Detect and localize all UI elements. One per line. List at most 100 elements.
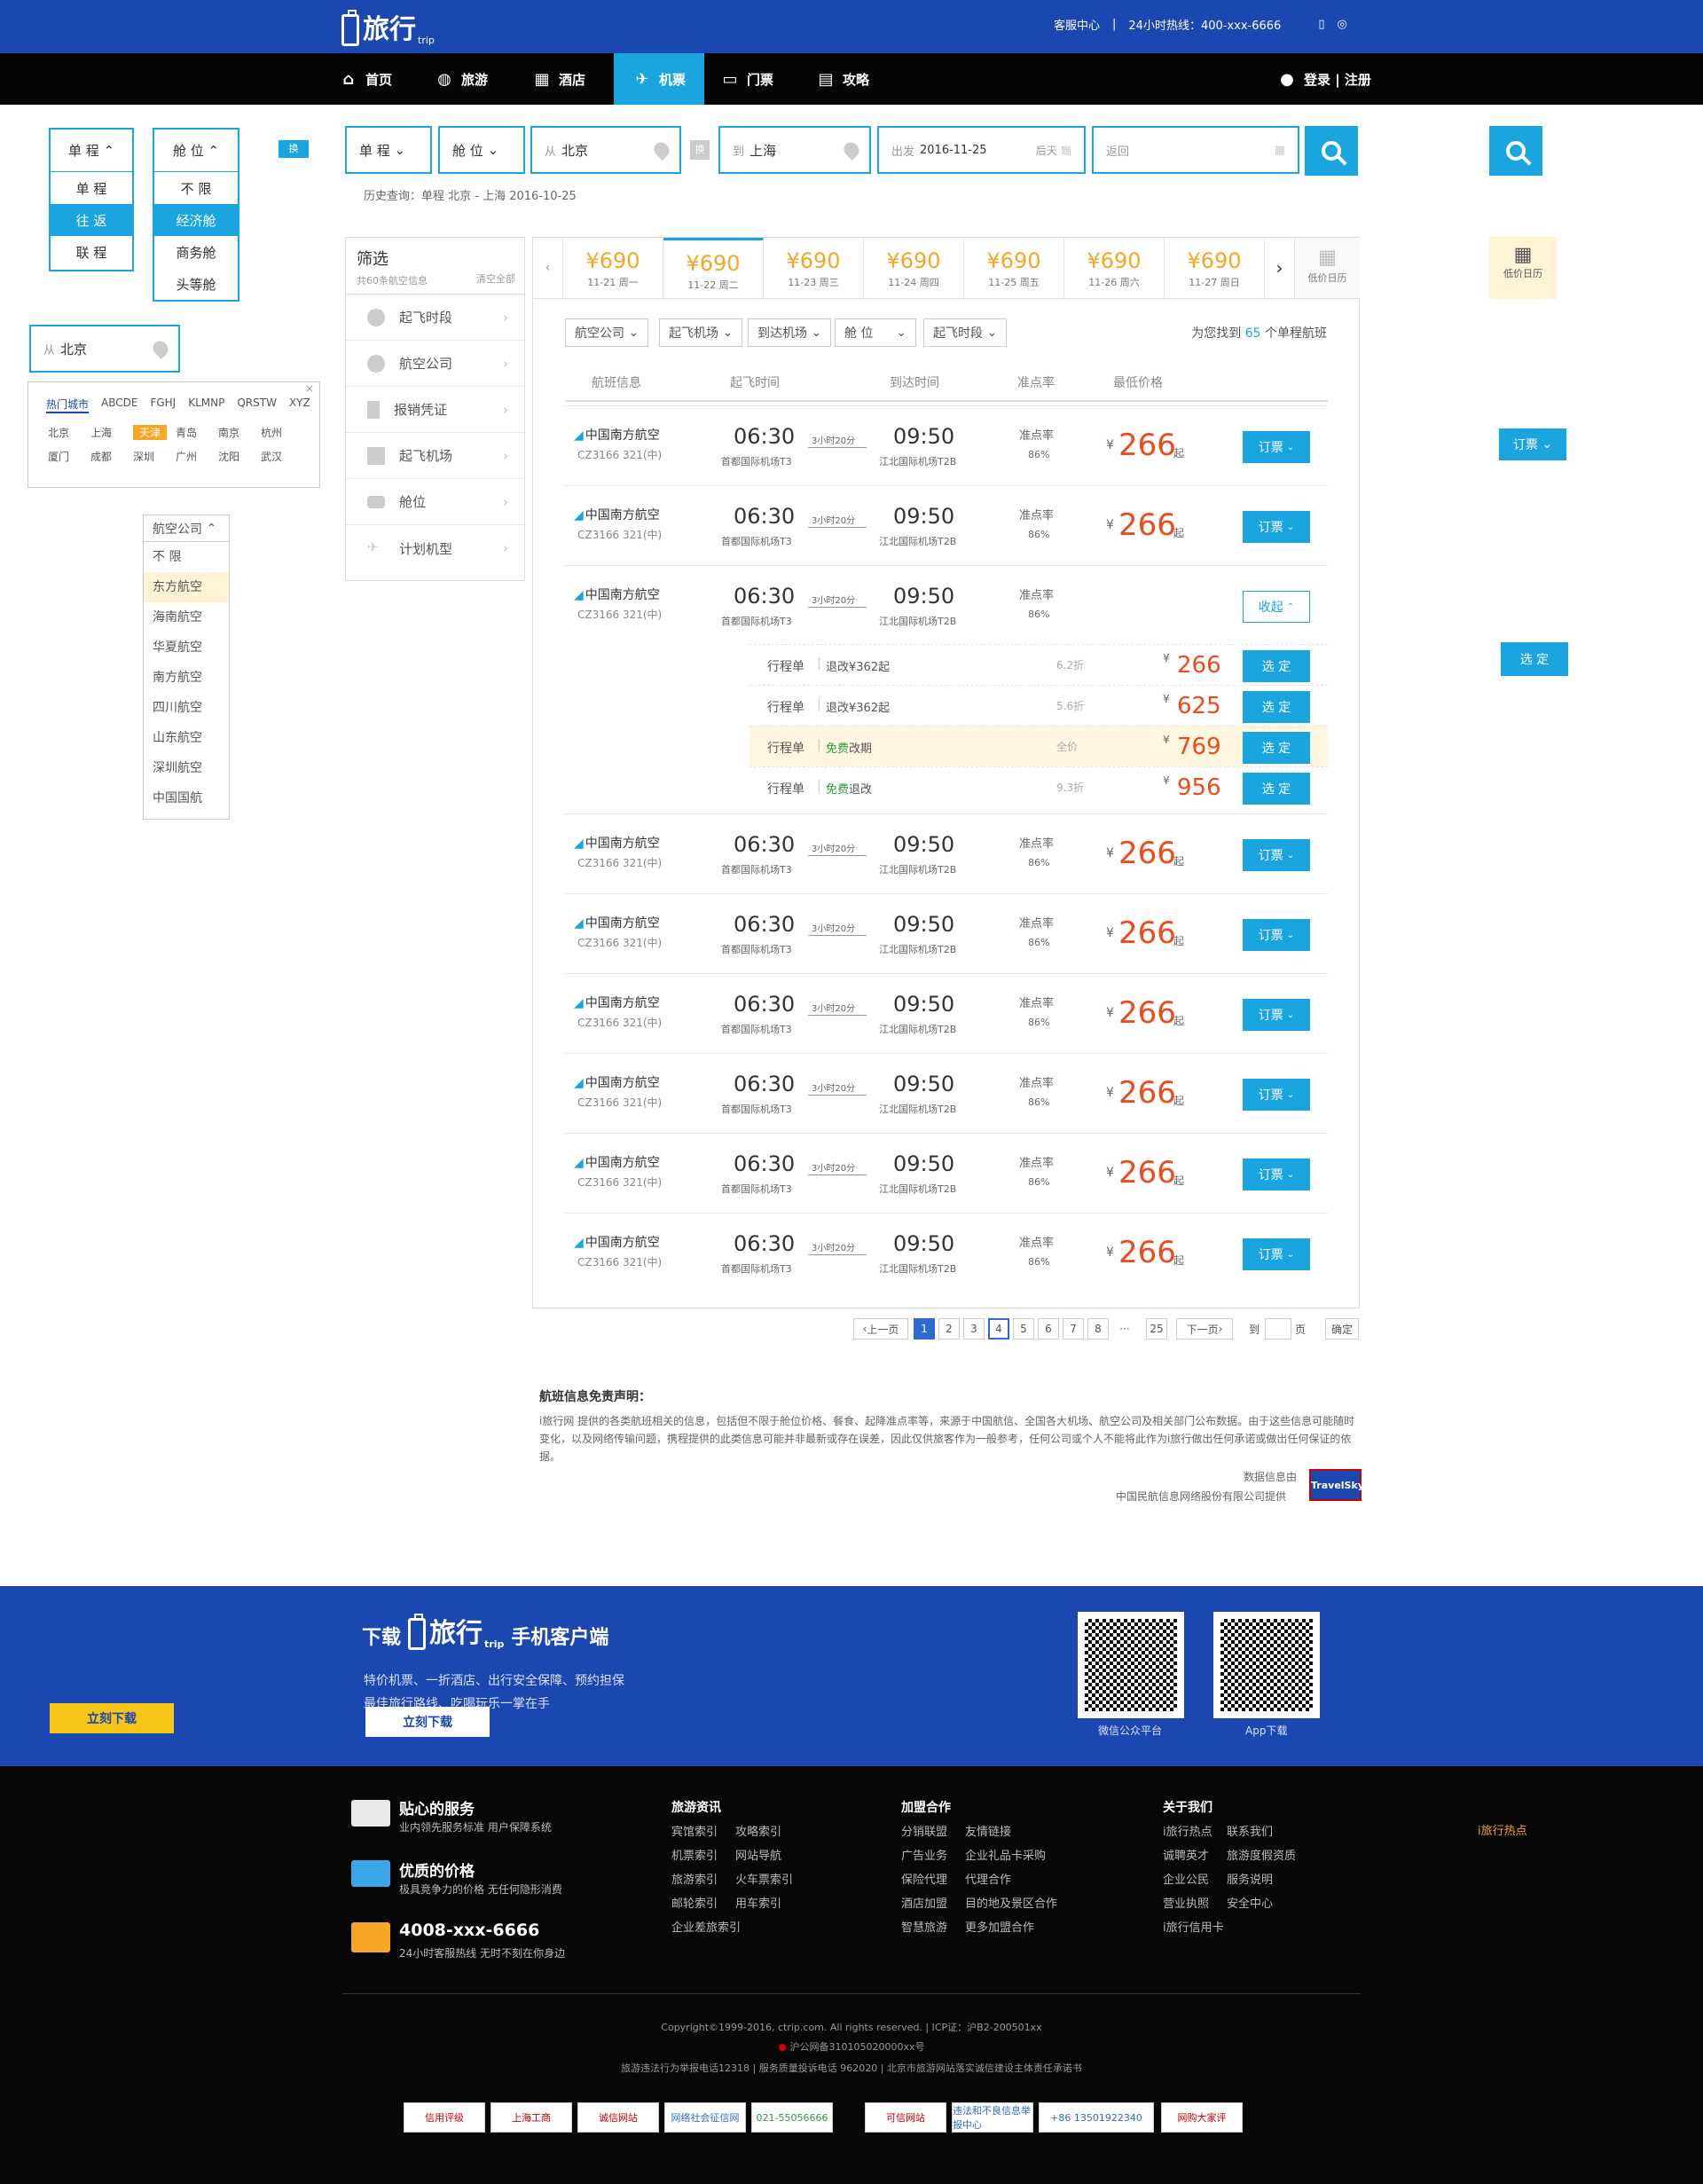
city-item[interactable]: 厦门: [48, 449, 90, 464]
tab-klmnp[interactable]: KLMNP: [188, 397, 224, 413]
close-icon[interactable]: ×: [305, 382, 314, 395]
city-item[interactable]: 深圳: [133, 449, 176, 464]
date-cell[interactable]: ¥690 11-25 周五: [964, 238, 1064, 298]
footer-link[interactable]: 服务说明: [1227, 1868, 1307, 1892]
airline-dropdown-head[interactable]: 航空公司 ⌃: [144, 515, 229, 542]
book-button[interactable]: 订票 ⌄: [1243, 1079, 1310, 1111]
airline-option[interactable]: 海南航空: [144, 602, 229, 632]
footer-link[interactable]: 联系我们: [1227, 1820, 1307, 1844]
nav-flight[interactable]: ✈ 机票: [614, 53, 704, 105]
city-item[interactable]: 南京: [218, 425, 261, 440]
airline-option[interactable]: 山东航空: [144, 723, 229, 753]
page-25[interactable]: 25: [1146, 1318, 1167, 1339]
airline-option[interactable]: 南方航空: [144, 663, 229, 693]
footer-link[interactable]: i旅行热点: [1163, 1820, 1227, 1844]
tab-hot[interactable]: 热门城市: [46, 397, 90, 413]
filter-airline[interactable]: 航空公司 ›: [346, 341, 524, 387]
page-3[interactable]: 3: [963, 1318, 985, 1339]
to-city-input[interactable]: 到上海: [718, 126, 871, 174]
select-button[interactable]: 选 定: [1243, 773, 1310, 805]
trust-badge[interactable]: 网络社会征信网: [664, 2102, 746, 2133]
cabin-option[interactable]: 商务舱: [154, 236, 238, 268]
cabin-option-selected[interactable]: 经济舱: [154, 204, 238, 236]
page-1[interactable]: 1: [914, 1318, 935, 1339]
date-cell[interactable]: ¥690 11-21 周一: [563, 238, 663, 298]
city-item[interactable]: 广州: [176, 449, 218, 464]
page-8[interactable]: 8: [1087, 1318, 1109, 1339]
trust-badge[interactable]: +86 13501922340: [1039, 2102, 1154, 2133]
city-item[interactable]: 上海: [90, 425, 133, 440]
wechat-icon[interactable]: ◎: [1337, 18, 1346, 31]
page-7[interactable]: 7: [1063, 1318, 1084, 1339]
footer-link[interactable]: 火车票索引: [735, 1868, 799, 1892]
low-price-calendar[interactable]: ▦ 低价日历: [1295, 238, 1360, 298]
city-item[interactable]: 成都: [90, 449, 133, 464]
phone-icon[interactable]: ▯: [1318, 18, 1324, 31]
page-6[interactable]: 6: [1038, 1318, 1059, 1339]
nav-travel[interactable]: ◍ 旅游: [435, 53, 488, 105]
airline-option-highlight[interactable]: 东方航空: [144, 572, 229, 602]
tab-abcde[interactable]: ABCDE: [101, 397, 137, 413]
page-5[interactable]: 5: [1013, 1318, 1034, 1339]
footer-link[interactable]: 机票索引: [671, 1844, 735, 1868]
filter-depart-time[interactable]: 起飞时段 ›: [346, 295, 524, 341]
book-button[interactable]: 订票 ⌄: [1243, 839, 1310, 871]
trip-type-dropdown[interactable]: 单 程 ⌃ 单 程 往 返 联 程: [49, 128, 134, 271]
search-button-demo[interactable]: [1489, 126, 1542, 176]
footer-link[interactable]: 更多加盟合作: [965, 1916, 1063, 1940]
footer-link[interactable]: 酒店加盟: [901, 1892, 965, 1916]
book-button[interactable]: 订票 ⌄: [1243, 999, 1310, 1031]
depart-date-input[interactable]: 出发 2016-11-25 后天 ▦: [877, 126, 1086, 174]
trust-badge[interactable]: 可信网站: [865, 2102, 946, 2133]
swap-button[interactable]: 换: [279, 140, 309, 158]
date-cell[interactable]: ¥690 11-27 周日: [1165, 238, 1265, 298]
select-button-demo[interactable]: 选 定: [1501, 642, 1568, 676]
book-button[interactable]: 订票 ⌄: [1243, 511, 1310, 543]
nav-guide[interactable]: ▤ 攻略: [816, 53, 869, 105]
return-date-input[interactable]: 返回 ▦: [1092, 126, 1299, 174]
filter-depart-airport[interactable]: 起飞机场 ›: [346, 433, 524, 479]
tab-qrstw[interactable]: QRSTW: [237, 397, 277, 413]
airline-option[interactable]: 不 限: [144, 542, 229, 572]
date-prev-button[interactable]: ‹: [533, 238, 563, 298]
book-button[interactable]: 订票 ⌄: [1243, 431, 1310, 463]
city-item[interactable]: 北京: [48, 425, 90, 440]
book-button[interactable]: 订票 ⌄: [1243, 919, 1310, 951]
footer-link[interactable]: 企业差旅索引: [671, 1916, 799, 1940]
prev-page-button[interactable]: ‹ 上一页: [853, 1318, 908, 1339]
hot-link-demo[interactable]: i旅行热点: [1478, 1821, 1527, 1838]
trip-option[interactable]: 联 程: [51, 236, 132, 268]
date-cell-selected[interactable]: ¥690 11-22 周二: [663, 238, 764, 298]
filter-cabin[interactable]: 舱位 ›: [346, 479, 524, 525]
footer-link[interactable]: 保险代理: [901, 1868, 965, 1892]
footer-link[interactable]: 攻略索引: [735, 1820, 799, 1844]
airline-dropdown-demo[interactable]: 航空公司 ⌃ 不 限 东方航空 海南航空 华夏航空 南方航空 四川航空 山东航空…: [143, 515, 230, 820]
trip-option-selected[interactable]: 往 返: [51, 204, 132, 236]
swap-cities-button[interactable]: 换: [690, 140, 710, 160]
footer-link[interactable]: 网站导航: [735, 1844, 799, 1868]
tab-xyz[interactable]: XYZ: [289, 397, 310, 413]
next-page-button[interactable]: 下一页 ›: [1176, 1318, 1233, 1339]
footer-link[interactable]: 友情链接: [965, 1820, 1063, 1844]
page-4[interactable]: 4: [988, 1318, 1009, 1339]
city-item[interactable]: 青岛: [176, 425, 218, 440]
depart-time-filter[interactable]: 起飞时段 ⌄: [923, 318, 1008, 347]
download-button[interactable]: 立刻下载: [365, 1707, 490, 1737]
footer-link[interactable]: i旅行信用卡: [1163, 1916, 1307, 1940]
footer-link[interactable]: 智慧旅游: [901, 1916, 965, 1940]
cabin-option[interactable]: 不 限: [154, 172, 238, 204]
cabin-dropdown[interactable]: 舱 位 ⌃ 不 限 经济舱 商务舱 头等舱: [153, 128, 239, 302]
depart-airport-filter[interactable]: 起飞机场 ⌄: [659, 318, 743, 347]
date-cell[interactable]: ¥690 11-26 周六: [1064, 238, 1165, 298]
select-button[interactable]: 选 定: [1243, 650, 1310, 682]
footer-link[interactable]: 广告业务: [901, 1844, 965, 1868]
trip-type-select[interactable]: 单 程 ⌄: [345, 126, 432, 174]
goto-confirm-button[interactable]: 确定: [1325, 1318, 1359, 1339]
trip-type-head[interactable]: 单 程 ⌃: [51, 130, 132, 172]
trust-badge[interactable]: 违法和不良信息举报中心: [952, 2102, 1033, 2133]
book-button-demo[interactable]: 订票 ⌄: [1499, 428, 1566, 460]
airline-option[interactable]: 中国国航: [144, 783, 229, 813]
date-cell[interactable]: ¥690 11-24 周四: [864, 238, 964, 298]
tab-fghj[interactable]: FGHJ: [150, 397, 176, 413]
logo[interactable]: 旅行 trip: [341, 7, 435, 46]
